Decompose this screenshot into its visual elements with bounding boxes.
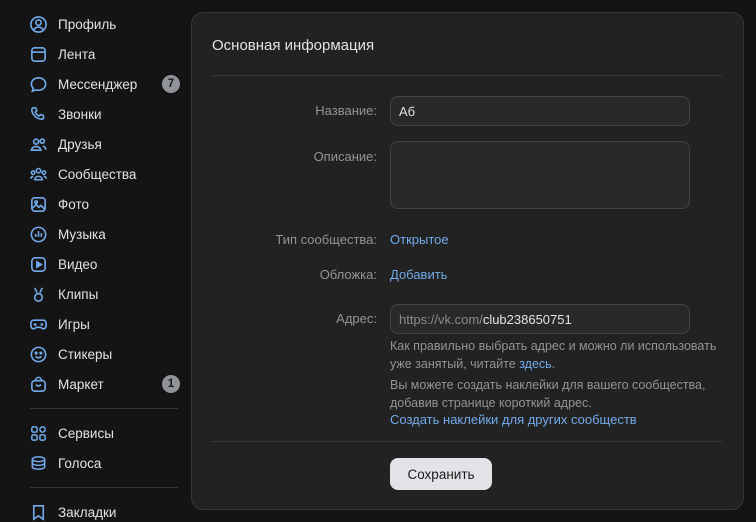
sidebar-item-label: Игры xyxy=(58,316,90,332)
description-label: Описание: xyxy=(313,149,377,164)
add-cover-link[interactable]: Добавить xyxy=(390,267,447,282)
sidebar-item-label: Звонки xyxy=(58,106,102,122)
sidebar-item-profile[interactable]: Профиль xyxy=(22,9,182,39)
sidebar-item-communities[interactable]: Сообщества xyxy=(22,159,182,189)
sidebar-item-label: Фото xyxy=(58,196,90,212)
user-circle-icon xyxy=(28,14,48,34)
sidebar-item-label: Сервисы xyxy=(58,425,114,441)
sidebar-item-label: Видео xyxy=(58,256,98,272)
sidebar-item-label: Мессенджер xyxy=(58,76,138,92)
sidebar-item-market[interactable]: Маркет 1 xyxy=(22,369,182,399)
address-help-link[interactable]: здесь xyxy=(519,357,551,371)
name-input[interactable]: Аб xyxy=(390,96,690,126)
footer-divider xyxy=(212,441,722,442)
title-divider xyxy=(212,75,722,76)
unread-badge: 7 xyxy=(162,75,180,93)
sidebar-item-calls[interactable]: Звонки xyxy=(22,99,182,129)
panel-title: Основная информация xyxy=(212,37,375,54)
address-input[interactable]: https://vk.com/club238650751 xyxy=(390,304,690,334)
services-grid-icon xyxy=(28,423,48,443)
sidebar-item-label: Сообщества xyxy=(58,166,137,182)
sidebar-item-label: Голоса xyxy=(58,455,102,471)
coins-icon xyxy=(28,453,48,473)
clips-icon xyxy=(28,284,48,304)
sidebar-item-feed[interactable]: Лента xyxy=(22,39,182,69)
stickers-hint: Вы можете создать наклейки для вашего со… xyxy=(390,378,706,410)
market-badge: 1 xyxy=(162,375,180,393)
sidebar-divider xyxy=(30,408,178,409)
communities-icon xyxy=(28,164,48,184)
bookmark-icon xyxy=(28,502,48,522)
sidebar-item-label: Маркет xyxy=(58,376,104,392)
sidebar-item-clips[interactable]: Клипы xyxy=(22,279,182,309)
address-label: Адрес: xyxy=(336,311,377,326)
left-sidebar: Профиль Лента Мессенджер 7 Звонки Друзья… xyxy=(0,0,190,522)
sidebar-item-label: Музыка xyxy=(58,226,106,242)
sidebar-item-stickers[interactable]: Стикеры xyxy=(22,339,182,369)
newsfeed-icon xyxy=(28,44,48,64)
sidebar-divider xyxy=(30,487,178,488)
sidebar-item-label: Профиль xyxy=(58,16,117,32)
community-type-link[interactable]: Открытое xyxy=(390,232,449,247)
sidebar-item-music[interactable]: Музыка xyxy=(22,219,182,249)
sidebar-item-label: Клипы xyxy=(58,286,99,302)
address-hint-end: . xyxy=(551,357,556,371)
music-icon xyxy=(28,224,48,244)
phone-icon xyxy=(28,104,48,124)
save-button[interactable]: Сохранить xyxy=(390,458,492,490)
bag-icon xyxy=(28,374,48,394)
sidebar-item-label: Стикеры xyxy=(58,346,113,362)
smile-icon xyxy=(28,344,48,364)
gamepad-icon xyxy=(28,314,48,334)
sidebar-item-label: Лента xyxy=(58,46,96,62)
photo-icon xyxy=(28,194,48,214)
community-settings-panel: Основная информация Название: Аб Описани… xyxy=(191,12,744,510)
video-icon xyxy=(28,254,48,274)
sidebar-item-friends[interactable]: Друзья xyxy=(22,129,182,159)
name-label: Название: xyxy=(315,103,377,118)
cover-label: Обложка: xyxy=(319,267,377,282)
sidebar-item-votes[interactable]: Голоса xyxy=(22,448,182,478)
community-type-label: Тип сообщества: xyxy=(275,232,377,247)
sidebar-item-label: Друзья xyxy=(58,136,102,152)
sidebar-item-messenger[interactable]: Мессенджер 7 xyxy=(22,69,182,99)
sidebar-item-games[interactable]: Игры xyxy=(22,309,182,339)
sidebar-item-bookmarks[interactable]: Закладки xyxy=(22,497,182,522)
friends-icon xyxy=(28,134,48,154)
sidebar-item-services[interactable]: Сервисы xyxy=(22,418,182,448)
sidebar-item-video[interactable]: Видео xyxy=(22,249,182,279)
sidebar-item-photos[interactable]: Фото xyxy=(22,189,182,219)
description-textarea[interactable] xyxy=(390,141,690,209)
message-bubble-icon xyxy=(28,74,48,94)
app-root: Профиль Лента Мессенджер 7 Звонки Друзья… xyxy=(0,0,756,522)
address-hint: Как правильно выбрать адрес и можно ли и… xyxy=(390,337,720,373)
address-value: club238650751 xyxy=(482,311,572,327)
address-prefix: https://vk.com/ xyxy=(399,311,483,327)
sidebar-item-label: Закладки xyxy=(58,504,117,520)
create-stickers-link[interactable]: Создать наклейки для других сообществ xyxy=(390,412,637,427)
